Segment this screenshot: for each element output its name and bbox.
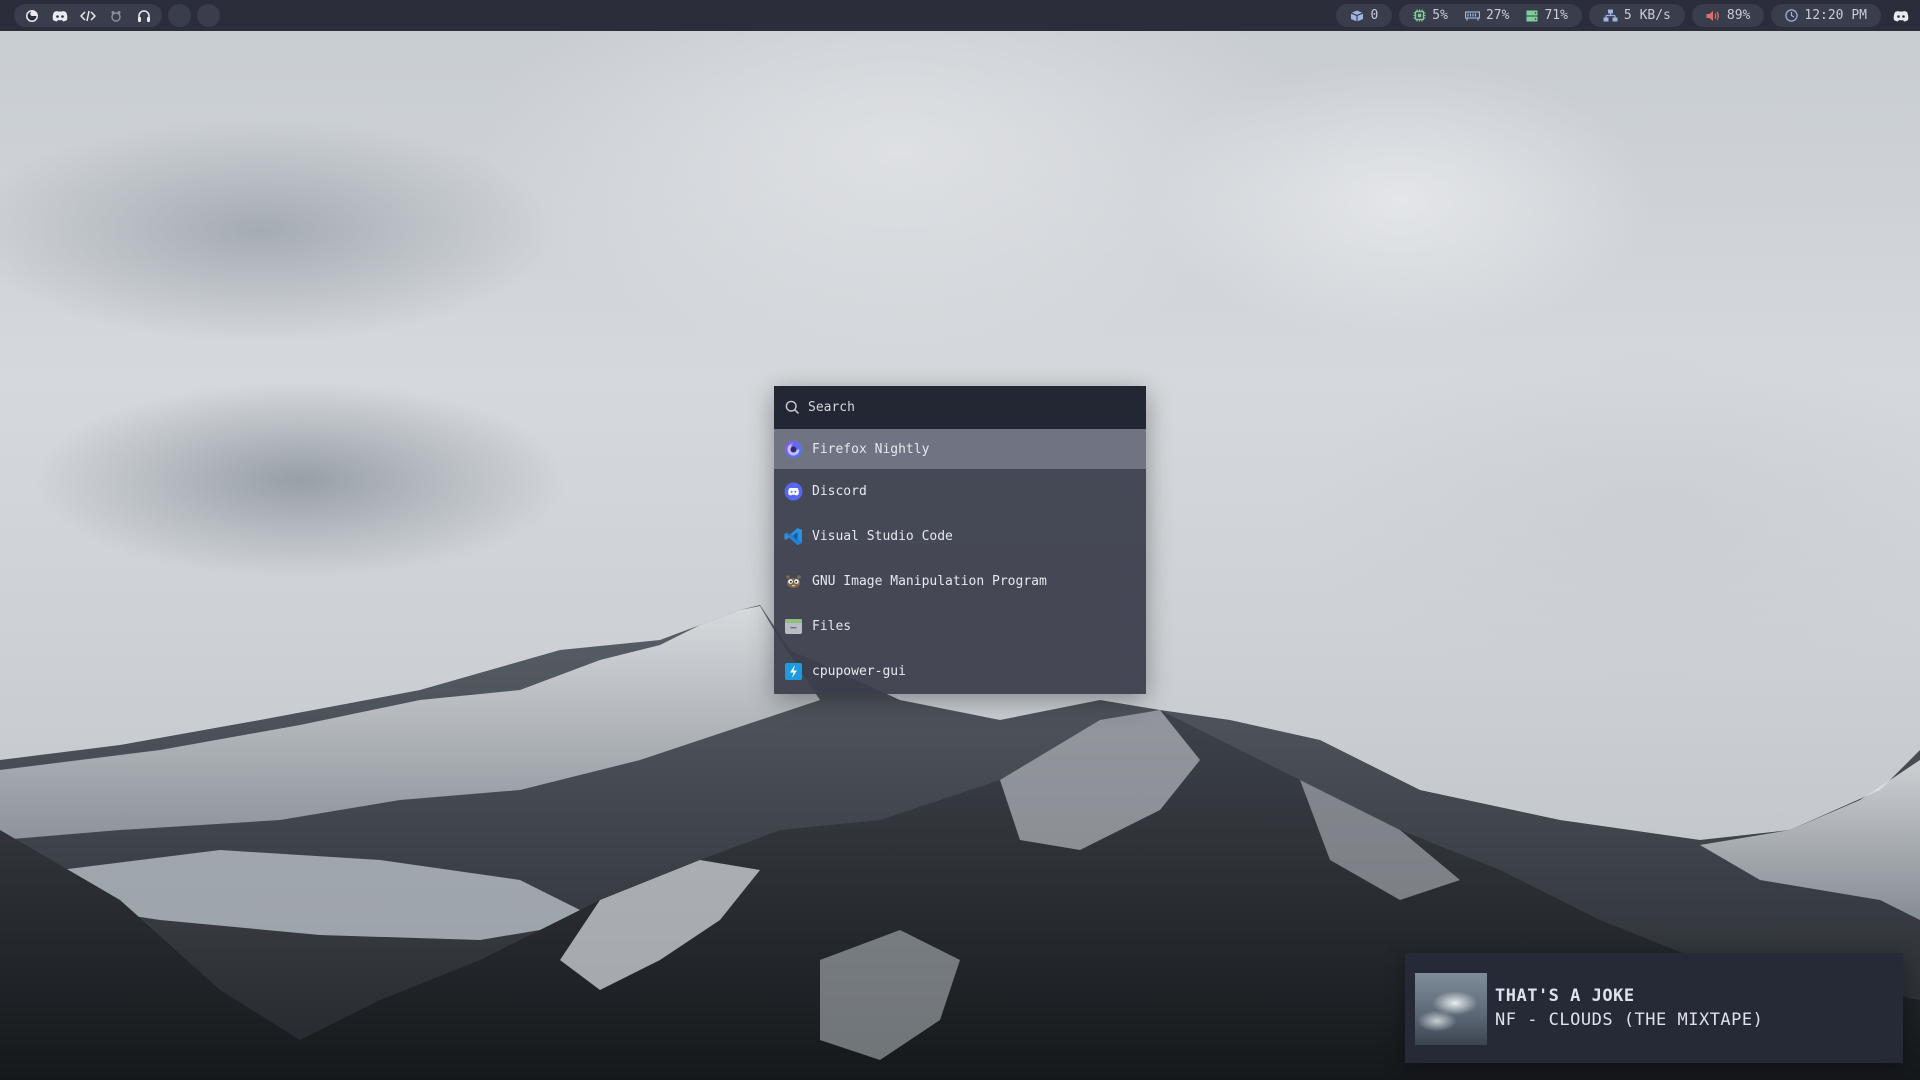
updates-count: 0: [1370, 8, 1379, 23]
status-modules: 0 5% 27% 71% 5 KB/s 89% 12:20 PM: [1336, 4, 1920, 27]
gimp-icon: [786, 575, 801, 588]
result-discord[interactable]: Discord: [774, 469, 1146, 514]
disk-usage: 71%: [1544, 8, 1568, 23]
discord-icon: [52, 10, 68, 21]
tray-discord[interactable]: [1888, 4, 1914, 27]
gimp-icon: [111, 10, 121, 22]
clock-module[interactable]: 12:20 PM: [1771, 4, 1881, 27]
vscode-icon: [784, 528, 802, 545]
workspace-discord[interactable]: [48, 4, 72, 27]
workspace-firefox[interactable]: [20, 4, 44, 27]
workspace-switcher: [14, 4, 220, 27]
result-label: Visual Studio Code: [812, 529, 953, 544]
search-bar: [774, 386, 1146, 429]
result-gimp[interactable]: GNU Image Manipulation Program: [774, 559, 1146, 604]
discord-tray-icon: [1893, 10, 1909, 21]
updates-module[interactable]: 0: [1336, 4, 1393, 27]
system-module[interactable]: 5% 27% 71%: [1399, 4, 1582, 27]
network-module[interactable]: 5 KB/s: [1588, 4, 1685, 27]
result-label: Firefox Nightly: [812, 441, 930, 457]
files-icon: [785, 619, 802, 634]
top-bar: 0 5% 27% 71% 5 KB/s 89% 12:20 PM: [0, 0, 1920, 31]
search-input[interactable]: [808, 400, 1128, 415]
memory-icon: [1464, 10, 1480, 20]
memory-usage: 27%: [1485, 8, 1510, 23]
network-icon: [1603, 9, 1618, 22]
workspace-music[interactable]: [132, 4, 156, 27]
discord-icon: [784, 482, 803, 501]
results-list: Firefox Nightly Discord Visual Studio Co…: [774, 429, 1146, 694]
workspace-empty-1[interactable]: [168, 4, 191, 27]
clock-time: 12:20 PM: [1804, 8, 1867, 23]
result-label: Files: [812, 619, 852, 634]
workspace-empty-2[interactable]: [197, 4, 220, 27]
headphones-icon: [138, 9, 150, 22]
volume-level: 89%: [1726, 8, 1751, 23]
search-icon: [785, 400, 800, 415]
workspace-pill: [14, 4, 162, 27]
workspace-code[interactable]: [76, 4, 100, 27]
result-label: cpupower-gui: [812, 664, 906, 679]
track-artist-album: NF - CLOUDS (THE MIXTAPE): [1495, 1010, 1764, 1030]
result-label: Discord: [812, 484, 867, 499]
result-label: GNU Image Manipulation Program: [812, 574, 1047, 589]
result-files[interactable]: Files: [774, 604, 1146, 649]
media-notification[interactable]: THAT'S A JOKE NF - CLOUDS (THE MIXTAPE): [1405, 953, 1903, 1063]
firefox-icon: [26, 9, 38, 22]
network-speed: 5 KB/s: [1623, 8, 1671, 23]
clock-icon: [1785, 9, 1799, 22]
disk-icon: [1526, 10, 1538, 21]
cpu-usage: 5%: [1432, 8, 1448, 23]
track-title: THAT'S A JOKE: [1495, 986, 1635, 1006]
workspace-gimp[interactable]: [104, 4, 128, 27]
firefox-nightly-icon: [785, 440, 802, 458]
result-firefox-nightly[interactable]: Firefox Nightly: [774, 429, 1146, 469]
package-icon: [1351, 10, 1364, 21]
code-icon: [80, 10, 96, 21]
volume-icon: [1706, 10, 1719, 21]
album-art: [1415, 973, 1487, 1045]
cpupower-gui-icon: [785, 663, 802, 680]
app-launcher: Firefox Nightly Discord Vis: [774, 386, 1146, 694]
result-cpupower-gui[interactable]: cpupower-gui: [774, 649, 1146, 694]
result-vscode[interactable]: Visual Studio Code: [774, 514, 1146, 559]
volume-module[interactable]: 89%: [1691, 4, 1765, 27]
cpu-icon: [1413, 9, 1426, 22]
